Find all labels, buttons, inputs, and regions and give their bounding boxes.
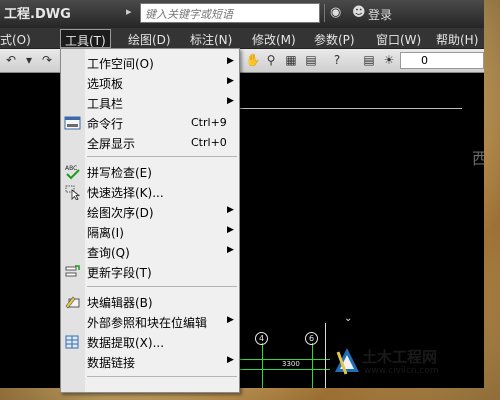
menu-item-label: 绘图次序(D) — [87, 206, 154, 220]
menu-item-data-links[interactable]: 数据链接 ▶ — [61, 352, 239, 372]
menu-item-inquiry[interactable]: 查询(Q) ▶ — [61, 242, 239, 262]
menu-item-toolbars[interactable]: 工具栏 ▶ — [61, 93, 239, 113]
layer-manager-icon[interactable]: ▤ — [360, 52, 378, 69]
submenu-arrow-icon: ▶ — [227, 205, 234, 215]
menu-tools[interactable]: 工具(T) — [60, 29, 111, 48]
drawing-line — [240, 108, 462, 109]
grid-bubble-4: 4 — [255, 332, 268, 345]
drawing-text-xi: 西 — [472, 149, 484, 168]
menu-draw[interactable]: 绘图(D) — [128, 31, 171, 48]
menu-item-label: 命令行 — [87, 117, 124, 131]
menu-item-draw-order[interactable]: 绘图次序(D) ▶ — [61, 202, 239, 222]
search-input[interactable]: 键入关键字或短语 — [140, 3, 320, 23]
shortcut-label: Ctrl+0 — [191, 136, 227, 149]
block-editor-icon — [65, 296, 80, 309]
menu-item-workspace[interactable]: 工作空间(O) ▶ — [61, 53, 239, 73]
menu-separator — [87, 286, 237, 287]
menu-separator — [87, 376, 237, 377]
menu-item-label: 更新字段(T) — [87, 266, 152, 280]
calculator-icon[interactable]: ▤ — [302, 52, 320, 69]
zoom-icon[interactable]: ⚲ — [262, 52, 280, 69]
submenu-arrow-icon: ▶ — [227, 76, 234, 86]
command-window-icon — [64, 116, 81, 130]
civilcn-logo-icon — [335, 348, 359, 375]
pan-icon[interactable]: ✋ — [244, 52, 262, 69]
vertical-ref-line — [325, 323, 326, 388]
submenu-arrow-icon: ▶ — [227, 225, 234, 235]
menu-separator — [87, 156, 237, 157]
spellcheck-icon: ABC — [65, 165, 80, 180]
menu-item-label: 隔离(I) — [87, 226, 124, 240]
menu-help[interactable]: 帮助(H) — [436, 31, 478, 48]
menu-item-palettes[interactable]: 选项板 ▶ — [61, 73, 239, 93]
title-separator — [324, 4, 325, 22]
menu-format[interactable]: 式(O) — [0, 31, 31, 48]
grid-bubble-6: 6 — [305, 332, 318, 345]
menu-item-label: 数据链接 — [87, 356, 136, 370]
watermark-name: 土木工程网 — [362, 348, 438, 366]
menu-item-label: 工作空间(O) — [87, 57, 154, 71]
axis-line-6 — [312, 343, 313, 388]
submenu-arrow-icon: ▶ — [227, 315, 234, 325]
menu-item-label: 工具栏 — [87, 97, 124, 111]
menu-item-label: 查询(Q) — [87, 246, 130, 260]
lightbulb-icon[interactable]: ☀ — [380, 52, 398, 69]
dimension-label: 3300 — [282, 360, 300, 368]
redo-icon[interactable]: ↷ — [38, 52, 56, 69]
axis-line-4 — [262, 343, 263, 388]
submenu-arrow-icon: ▶ — [227, 96, 234, 106]
menu-window[interactable]: 窗口(W) — [376, 31, 421, 48]
properties-icon[interactable]: ▦ — [282, 52, 300, 69]
menu-item-xref-block-edit[interactable]: 外部参照和块在位编辑 ▶ — [61, 312, 239, 332]
menu-bar: 式(O) 工具(T) 绘图(D) 标注(N) 修改(M) 参数(P) 窗口(W)… — [0, 28, 484, 49]
menu-item-label: 拼写检查(E) — [87, 166, 152, 180]
menu-item-label: 块编辑器(B) — [87, 296, 153, 310]
menu-item-fullscreen[interactable]: 全屏显示 Ctrl+0 — [61, 133, 239, 153]
update-fields-icon — [65, 265, 80, 277]
dropdown-arrow-icon[interactable]: ▾ — [20, 52, 38, 69]
dim-line-bottom — [240, 369, 330, 370]
help-icon[interactable]: ? — [328, 52, 346, 69]
watermark-url: www.civilcn.com — [364, 366, 439, 376]
svg-text:ABC: ABC — [65, 165, 77, 172]
undo-icon[interactable]: ↶ — [2, 52, 20, 69]
submenu-arrow-icon: ▶ — [227, 355, 234, 365]
data-extraction-icon — [65, 335, 79, 349]
menu-item-label: 全屏显示 — [87, 137, 136, 151]
menu-item-label: 数据提取(X)... — [87, 336, 165, 350]
layer-select[interactable]: 0 — [400, 52, 484, 69]
submenu-arrow-icon: ▶ — [227, 56, 234, 66]
shortcut-label: Ctrl+9 — [191, 116, 227, 129]
menu-item-quick-select[interactable]: 快速选择(K)... — [61, 182, 239, 202]
menu-item-label: 外部参照和块在位编辑 — [87, 316, 208, 330]
menu-item-isolate[interactable]: 隔离(I) ▶ — [61, 222, 239, 242]
menu-item-label: 选项板 — [87, 77, 124, 91]
login-button[interactable]: 登录 — [368, 6, 392, 23]
binoculars-icon[interactable]: ◉ — [330, 5, 341, 20]
layer-value: 0 — [421, 54, 428, 67]
window-title: 工程.DWG — [4, 7, 71, 22]
quick-select-icon — [65, 185, 81, 200]
menu-item-block-editor[interactable]: 块编辑器(B) — [61, 292, 239, 312]
submenu-arrow-icon: ▶ — [227, 245, 234, 255]
tools-dropdown-menu: 工作空间(O) ▶ 选项板 ▶ 工具栏 ▶ 命令行 Ctrl+9 全屏显示 Ct… — [60, 48, 240, 393]
menu-dimension[interactable]: 标注(N) — [190, 31, 232, 48]
menu-modify[interactable]: 修改(M) — [252, 31, 296, 48]
menu-item-data-extraction[interactable]: 数据提取(X)... — [61, 332, 239, 352]
menu-parametric[interactable]: 参数(P) — [314, 31, 355, 48]
title-bar: 工程.DWG ▸ 键入关键字或短语 ◉ ☻ 登录 — [0, 0, 484, 28]
menu-item-spell-check[interactable]: ABC 拼写检查(E) — [61, 162, 239, 182]
cursor-caret-icon: ⌄ — [344, 313, 353, 324]
user-icon[interactable]: ☻ — [352, 5, 366, 20]
menu-item-command-line[interactable]: 命令行 Ctrl+9 — [61, 113, 239, 133]
menu-item-label: 快速选择(K)... — [87, 186, 164, 200]
menu-item-update-fields[interactable]: 更新字段(T) — [61, 262, 239, 282]
chevron-right-icon[interactable]: ▸ — [126, 5, 132, 18]
